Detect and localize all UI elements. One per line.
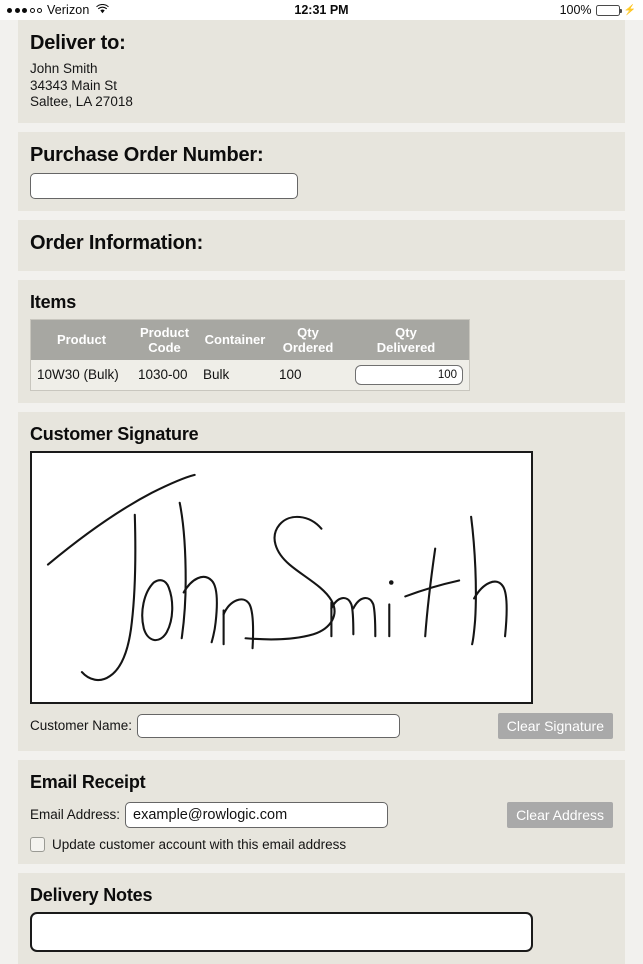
status-bar-left: Verizon xyxy=(7,3,110,17)
email-receipt-heading: Email Receipt xyxy=(30,771,146,792)
column-header-qty-ordered: Qty Ordered xyxy=(273,319,343,360)
battery-icon xyxy=(595,4,622,16)
column-header-container: Container xyxy=(197,319,273,360)
deliver-to-heading: Deliver to: xyxy=(30,32,126,54)
update-account-row[interactable]: Update customer account with this email … xyxy=(30,836,613,852)
items-table-header: Product Product Code Container Qty Order… xyxy=(30,319,470,360)
status-bar: Verizon 12:31 PM 100% ⚡ xyxy=(0,0,643,20)
update-account-checkbox[interactable] xyxy=(30,836,45,852)
email-address-row: Email Address: Clear Address xyxy=(30,801,613,828)
cell-product: 10W30 (Bulk) xyxy=(30,359,132,390)
cell-product-code: 1030-00 xyxy=(132,359,197,390)
signature-canvas[interactable] xyxy=(30,450,533,704)
email-address-label: Email Address: xyxy=(30,807,121,822)
form-page: Deliver to: John Smith 34343 Main St Sal… xyxy=(0,20,643,964)
cell-qty-delivered xyxy=(343,359,470,390)
deliver-to-street: 34343 Main St xyxy=(30,77,118,93)
customer-signature-section: Customer Signature Customer Name: Clear … xyxy=(18,411,625,751)
deliver-to-section: Deliver to: John Smith 34343 Main St Sal… xyxy=(18,20,625,123)
qty-delivered-input[interactable] xyxy=(355,364,463,385)
purchase-order-section: Purchase Order Number: xyxy=(18,131,625,211)
carrier-label: Verizon xyxy=(47,3,90,17)
items-section: Items Product Product Code Container Qty xyxy=(18,279,625,403)
signature-ink xyxy=(46,473,508,681)
cell-qty-ordered: 100 xyxy=(273,359,343,390)
column-header-product: Product xyxy=(30,319,132,360)
purchase-order-heading: Purchase Order Number: xyxy=(30,143,264,166)
battery-percent-label: 100% xyxy=(559,3,592,17)
signal-strength-icon xyxy=(7,7,42,13)
clear-signature-button[interactable]: Clear Signature xyxy=(497,712,613,739)
order-information-section: Order Information: xyxy=(18,219,625,271)
deliver-to-city-state-zip: Saltee, LA 27018 xyxy=(30,94,133,109)
items-heading: Items xyxy=(30,291,77,312)
purchase-order-input[interactable] xyxy=(30,172,298,199)
column-header-product-code: Product Code xyxy=(132,319,197,360)
email-address-input[interactable] xyxy=(125,801,389,828)
email-receipt-section: Email Receipt Email Address: Clear Addre… xyxy=(18,759,625,864)
items-table-body: 10W30 (Bulk) 1030-00 Bulk 100 xyxy=(30,359,470,390)
customer-name-label: Customer Name: xyxy=(30,718,133,733)
update-account-label: Update customer account with this email … xyxy=(52,836,347,852)
wifi-icon xyxy=(96,3,110,17)
deliver-to-name: John Smith xyxy=(30,61,98,76)
customer-name-input[interactable] xyxy=(137,713,401,738)
customer-name-row: Customer Name: Clear Signature xyxy=(30,712,613,739)
order-information-heading: Order Information: xyxy=(30,231,204,254)
clear-address-button[interactable]: Clear Address xyxy=(507,801,613,828)
table-header-row: Product Product Code Container Qty Order… xyxy=(30,319,470,360)
delivery-notes-textarea[interactable] xyxy=(30,911,533,952)
delivery-notes-heading: Delivery Notes xyxy=(30,884,153,905)
items-table: Product Product Code Container Qty Order… xyxy=(30,318,470,391)
cell-container: Bulk xyxy=(197,359,273,390)
table-row: 10W30 (Bulk) 1030-00 Bulk 100 xyxy=(30,359,470,390)
status-bar-right: 100% ⚡ xyxy=(560,3,636,17)
column-header-qty-delivered: Qty Delivered xyxy=(343,319,470,360)
customer-signature-heading: Customer Signature xyxy=(30,423,199,444)
delivery-notes-section: Delivery Notes xyxy=(18,872,625,964)
charging-bolt-icon: ⚡ xyxy=(623,4,636,16)
